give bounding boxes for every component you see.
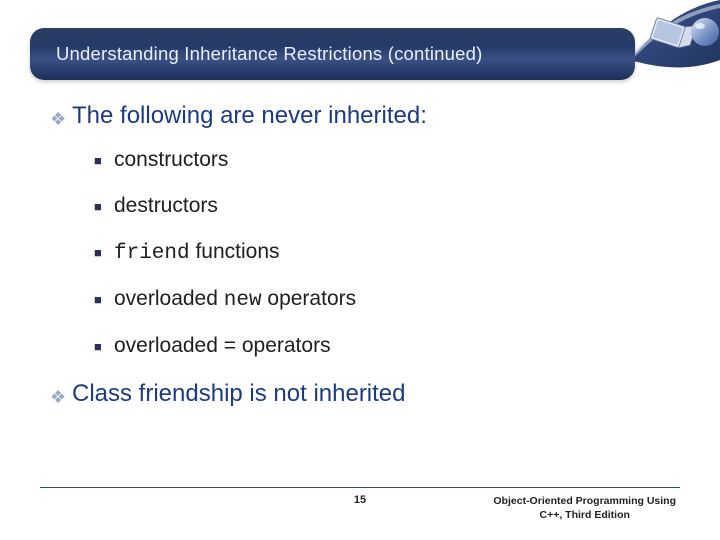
intro-text: The following are never inherited: [72, 102, 427, 130]
list-item: ■ destructors [94, 194, 670, 218]
item-text: destructors [114, 194, 218, 218]
intro-line: ❖ The following are never inherited: [50, 102, 670, 130]
list-item: ■ overloaded new operators [94, 287, 670, 312]
title-bar: Understanding Inheritance Restrictions (… [30, 28, 635, 80]
slide-footer: 15 Object-Oriented Programming Using C++… [40, 487, 680, 522]
list-item: ■ friend functions [94, 240, 670, 265]
item-prefix: overloaded [114, 287, 224, 310]
item-text: overloaded = operators [114, 334, 331, 358]
item-suffix: operators [262, 287, 357, 310]
square-bullet-icon: ■ [94, 292, 114, 307]
list-item: ■ constructors [94, 148, 670, 172]
square-bullet-icon: ■ [94, 339, 114, 354]
item-text: friend functions [114, 240, 280, 265]
code-keyword: new [224, 289, 262, 312]
code-keyword: friend [114, 242, 190, 265]
item-text: constructors [114, 148, 228, 172]
slide-title: Understanding Inheritance Restrictions (… [56, 43, 482, 65]
book-title-line1: Object-Oriented Programming Using [493, 494, 676, 508]
item-suffix: functions [190, 240, 280, 263]
diamond-bullet-icon: ❖ [50, 388, 72, 406]
square-bullet-icon: ■ [94, 245, 114, 260]
list-item: ■ overloaded = operators [94, 334, 670, 358]
footer-book-ref: Object-Oriented Programming Using C++, T… [493, 494, 680, 522]
slide-body: ❖ The following are never inherited: ■ c… [50, 102, 670, 426]
closing-line: ❖ Class friendship is not inherited [50, 380, 670, 408]
closing-text: Class friendship is not inherited [72, 380, 406, 408]
item-text: overloaded new operators [114, 287, 356, 312]
book-title-line2: C++, Third Edition [493, 508, 676, 522]
square-bullet-icon: ■ [94, 199, 114, 214]
slide: Understanding Inheritance Restrictions (… [0, 0, 720, 540]
square-bullet-icon: ■ [94, 153, 114, 168]
diamond-bullet-icon: ❖ [50, 110, 72, 128]
page-number: 15 [354, 494, 366, 506]
